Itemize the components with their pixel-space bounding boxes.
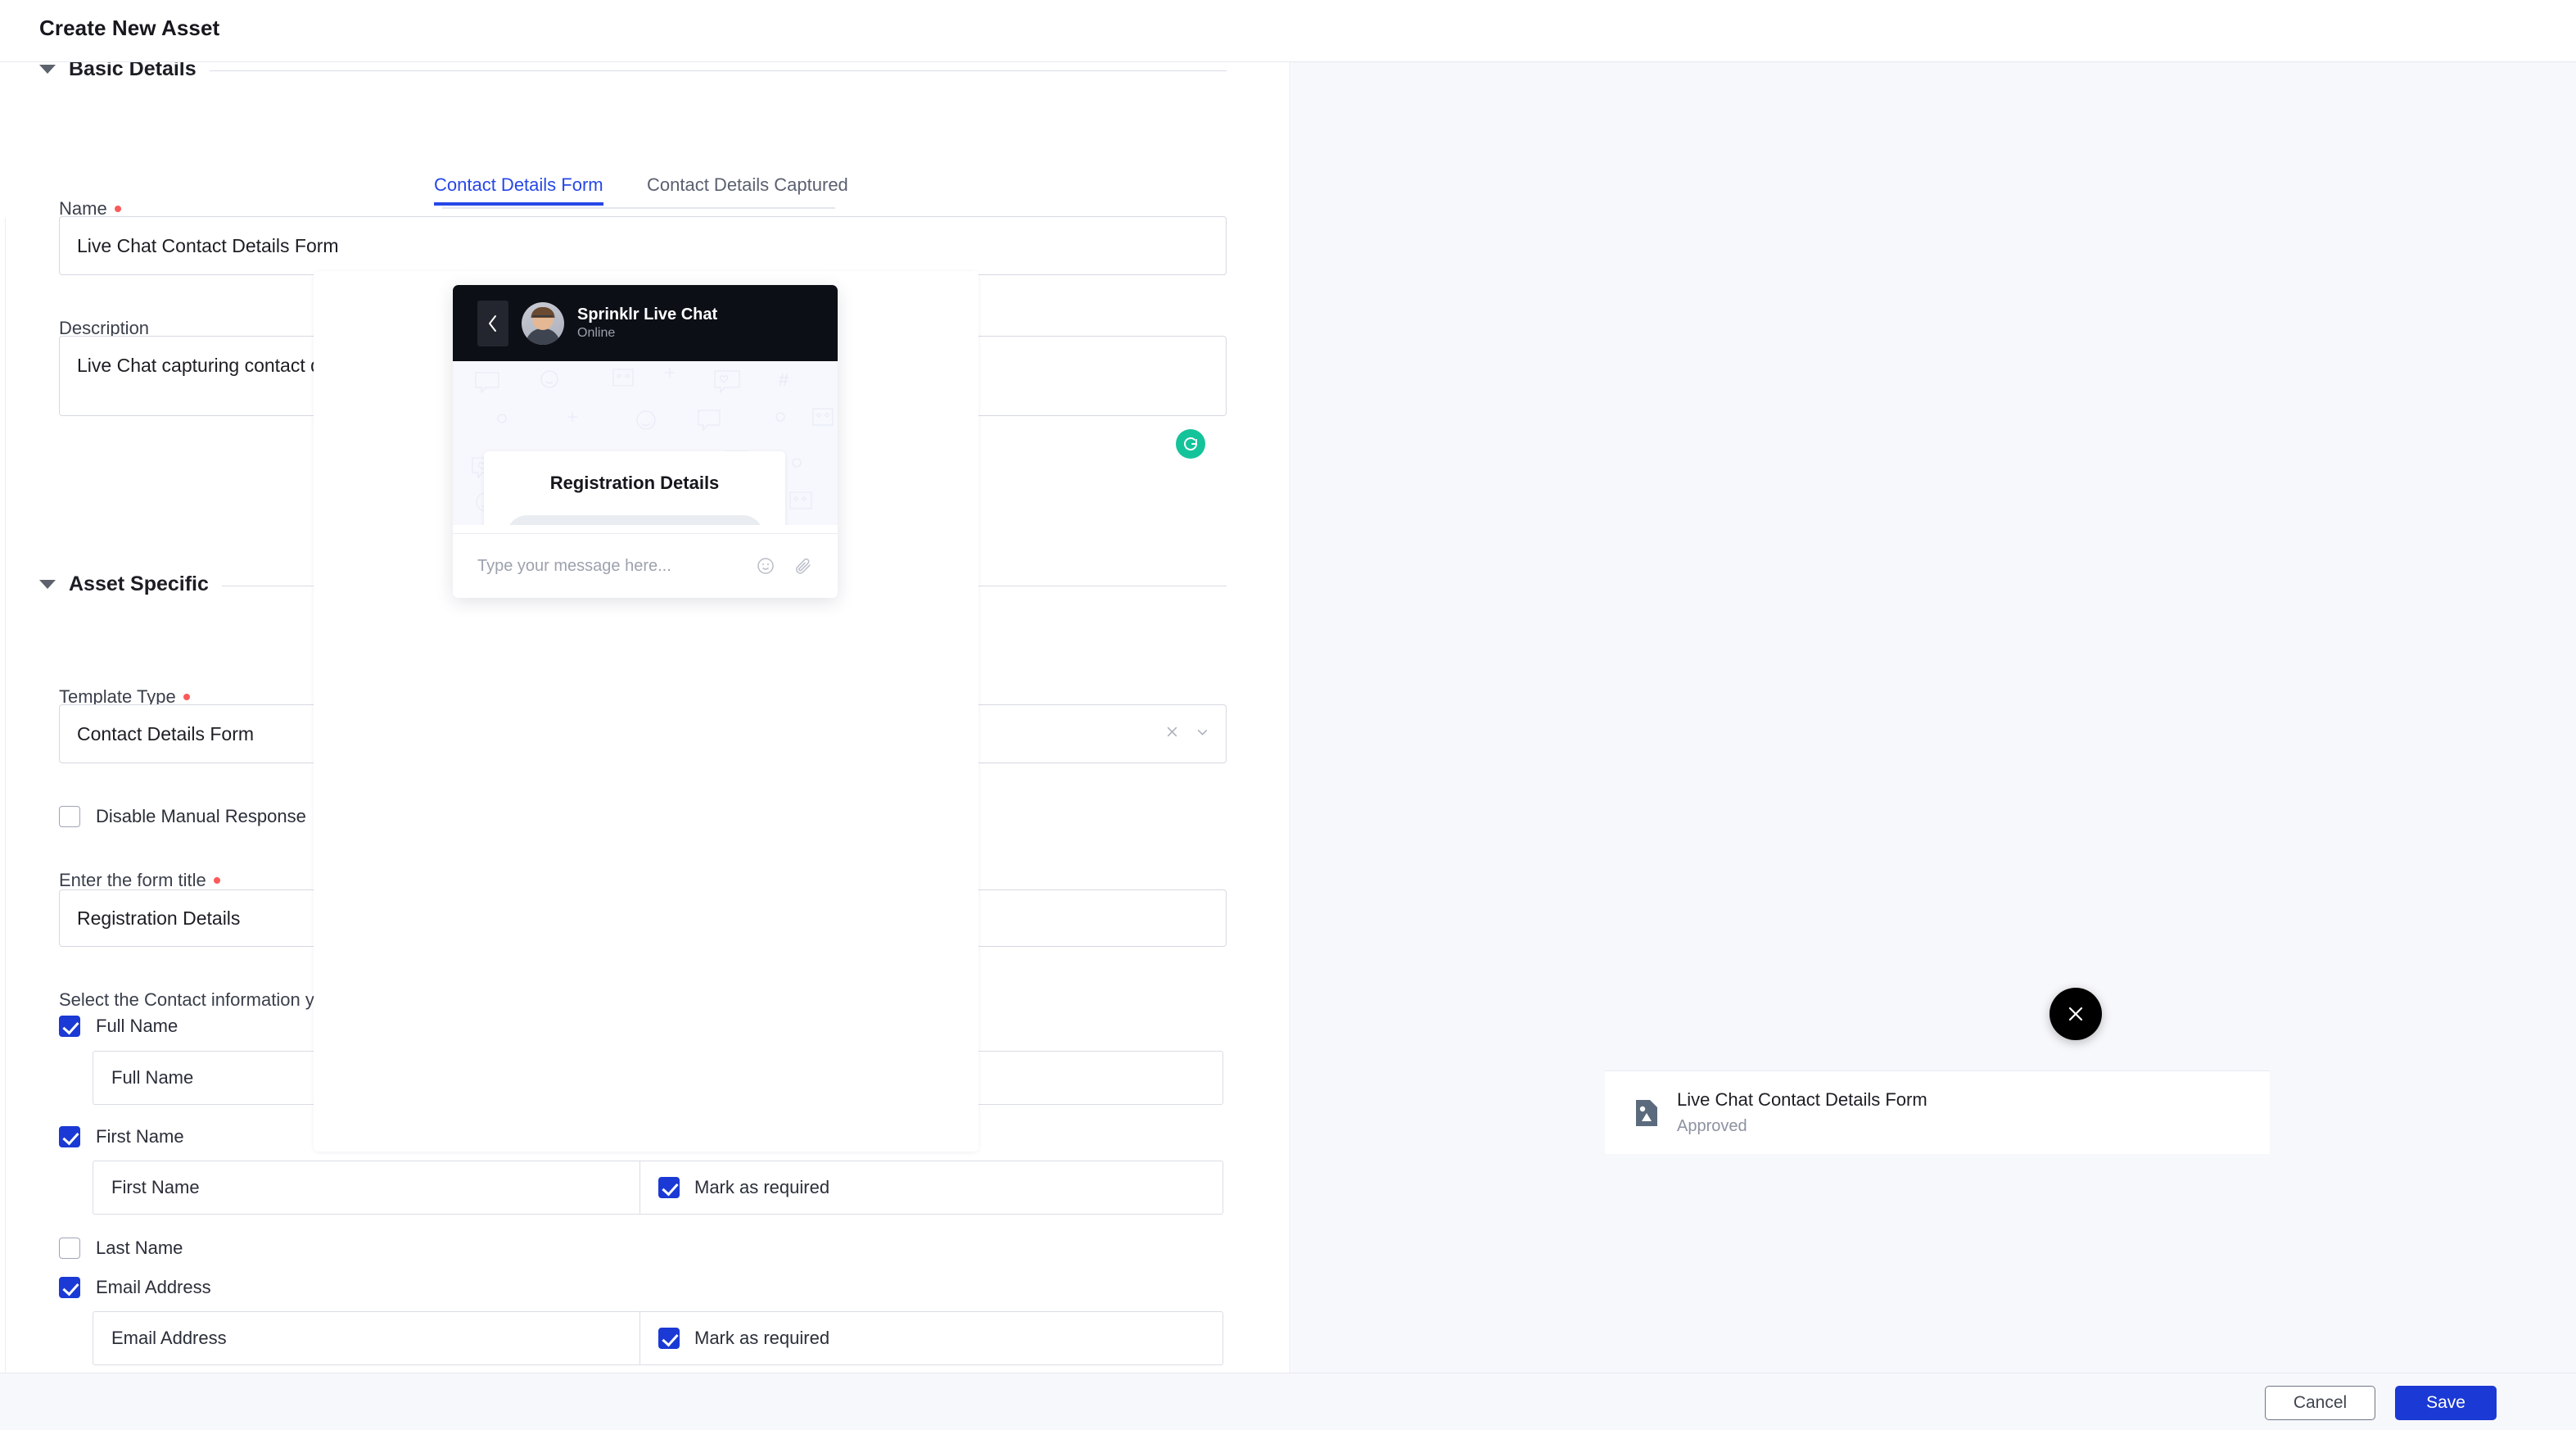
close-icon	[2068, 1007, 2083, 1021]
disable-manual-response-checkbox[interactable]	[59, 806, 80, 827]
option-last-name-label: Last Name	[96, 1238, 183, 1258]
avatar	[522, 301, 564, 345]
email-address-placeholder-input[interactable]: Email Address	[93, 1311, 639, 1365]
preview-tabs: Contact Details Form Contact Details Cap…	[434, 174, 848, 209]
option-email-address-checkbox[interactable]	[59, 1277, 80, 1298]
cancel-button[interactable]: Cancel	[2265, 1386, 2375, 1420]
option-last-name-checkbox[interactable]	[59, 1238, 80, 1259]
option-email-address-label: Email Address	[96, 1277, 211, 1297]
chat-widget-header: Sprinklr Live Chat Online	[453, 285, 838, 361]
disable-manual-response-row[interactable]: Disable Manual Response	[59, 806, 306, 827]
registration-form-title: Registration Details	[549, 473, 720, 493]
required-indicator-icon	[213, 876, 220, 884]
chat-message-area: # #	[453, 361, 838, 525]
preview-full-name-input[interactable]: Full Name *	[505, 515, 764, 525]
option-first-name-checkbox[interactable]	[59, 1126, 80, 1147]
chat-agent-name: Sprinklr Live Chat	[577, 305, 718, 324]
first-name-required-cell[interactable]: Mark as required	[639, 1161, 1223, 1215]
section-header-basic-details[interactable]: Basic Details	[39, 62, 1227, 81]
email-address-required-checkbox[interactable]	[658, 1328, 680, 1349]
tab-contact-details-form[interactable]: Contact Details Form	[434, 174, 603, 206]
chevron-down-icon[interactable]	[1195, 725, 1209, 743]
chat-message-input-bar[interactable]: Type your message here...	[453, 533, 838, 598]
first-name-required-label: Mark as required	[694, 1177, 830, 1197]
option-first-name-label: First Name	[96, 1126, 184, 1147]
chevron-down-icon[interactable]	[39, 580, 56, 589]
divider	[209, 70, 1227, 71]
chevron-down-icon[interactable]	[39, 65, 56, 74]
email-address-required-label: Mark as required	[694, 1328, 830, 1348]
panel-scroll-edge[interactable]	[0, 218, 6, 1373]
option-full-name-label: Full Name	[96, 1016, 179, 1036]
emoji-icon[interactable]	[756, 556, 775, 576]
chat-message-input[interactable]: Type your message here...	[477, 557, 756, 576]
option-last-name-row[interactable]: Last Name	[59, 1238, 183, 1259]
required-indicator-icon	[114, 205, 121, 212]
email-address-required-cell[interactable]: Mark as required	[639, 1311, 1223, 1365]
document-image-icon	[1634, 1098, 1659, 1128]
section-title-basic-details: Basic Details	[69, 62, 197, 80]
live-chat-widget-preview: Sprinklr Live Chat Online # Registration…	[453, 285, 838, 598]
clear-icon[interactable]	[1165, 725, 1179, 743]
save-button[interactable]: Save	[2395, 1386, 2497, 1420]
option-email-address-row[interactable]: Email Address	[59, 1277, 211, 1298]
section-title-asset-specific: Asset Specific	[69, 572, 209, 595]
attachment-icon[interactable]	[793, 556, 813, 576]
window-header: Create New Asset	[0, 0, 2576, 62]
first-name-required-checkbox[interactable]	[658, 1177, 680, 1198]
first-name-placeholder-input[interactable]: First Name	[93, 1161, 639, 1215]
grammarly-icon[interactable]	[1176, 429, 1205, 459]
registration-form-card: Registration Details Full Name * First N…	[484, 451, 785, 525]
create-new-asset-window: Create New Asset Basic Details Name Live…	[0, 0, 2576, 1430]
option-first-name-detail: First Name Mark as required	[93, 1161, 1223, 1215]
asset-name: Live Chat Contact Details Form	[1677, 1088, 1927, 1110]
asset-summary-row[interactable]: Live Chat Contact Details Form Approved	[1605, 1070, 2270, 1154]
chat-agent-status: Online	[577, 325, 616, 340]
option-email-address-detail: Email Address Mark as required	[93, 1311, 1223, 1365]
option-full-name-checkbox[interactable]	[59, 1016, 80, 1037]
option-full-name-row[interactable]: Full Name	[59, 1016, 178, 1037]
disable-manual-response-label: Disable Manual Response	[96, 806, 306, 826]
dialog-footer: Cancel Save	[0, 1373, 2576, 1430]
close-chat-button[interactable]	[2050, 988, 2102, 1040]
form-title-label: Enter the form title	[59, 870, 220, 891]
back-icon[interactable]	[477, 300, 508, 346]
preview-panel	[1291, 62, 2576, 1373]
page-title: Create New Asset	[39, 16, 220, 40]
asset-status-badge: Approved	[1677, 1117, 1747, 1136]
svg-text:#: #	[779, 369, 789, 390]
name-input[interactable]: Live Chat Contact Details Form	[59, 216, 1227, 275]
required-indicator-icon	[183, 693, 190, 700]
tab-contact-details-captured[interactable]: Contact Details Captured	[647, 174, 848, 196]
option-first-name-row[interactable]: First Name	[59, 1126, 184, 1147]
